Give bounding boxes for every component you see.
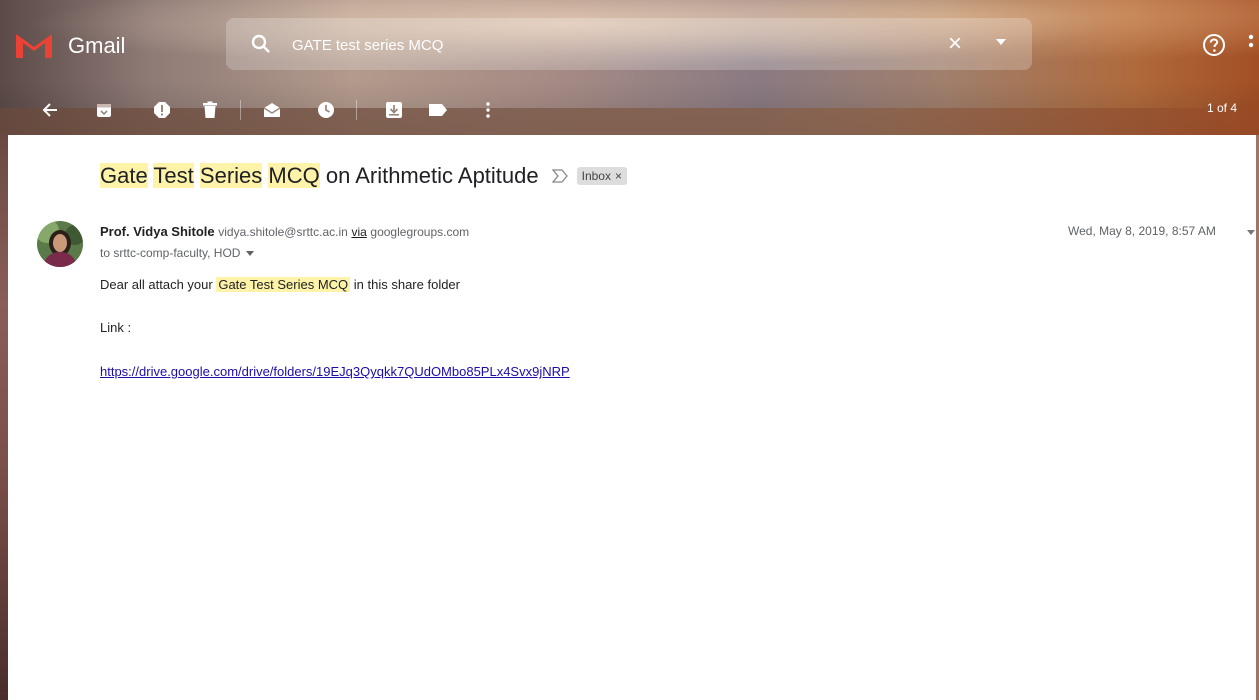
chevron-down-icon[interactable] [246,250,255,256]
subject-highlight: Series [199,163,263,188]
more-actions-icon[interactable] [476,98,500,122]
more-options-icon[interactable] [1248,34,1254,56]
archive-icon[interactable] [92,98,116,122]
clear-search-icon[interactable]: × [948,30,962,58]
via-domain: googlegroups.com [370,225,470,239]
gmail-wordmark[interactable]: Gmail [68,33,125,59]
email-subject-row: Gate Test Series MCQ on Arithmetic Aptit… [100,158,627,194]
toolbar-divider [240,100,241,120]
page-count: 1 of 4 [1206,101,1237,115]
sender-line: Prof. Vidya Shitole vidya.shitole@srttc.… [100,224,469,239]
report-spam-icon[interactable] [150,98,174,122]
subject-highlight: Test [153,163,194,188]
gmail-logo-icon[interactable] [14,30,54,60]
toolbar-divider [356,100,357,120]
body-link-label: Link : [100,320,132,335]
subject-text: on Arithmetic Aptitude [319,163,539,188]
email-date: Wed, May 8, 2019, 8:57 AM [1068,224,1216,238]
snooze-icon[interactable] [314,98,338,122]
mark-as-unread-icon[interactable] [260,98,284,122]
sender-name[interactable]: Prof. Vidya Shitole [100,224,215,239]
importance-marker-icon[interactable] [551,167,569,185]
back-arrow-icon[interactable] [38,98,62,122]
subject-highlight: MCQ [268,163,320,188]
body-line: Dear all attach your Gate Test Series MC… [100,277,460,292]
drive-folder-link[interactable]: https://drive.google.com/drive/folders/1… [100,364,570,379]
top-bar: Gmail × [0,0,1259,90]
move-to-icon[interactable] [382,98,406,122]
chevron-down-icon[interactable] [1247,230,1255,235]
search-options-dropdown-icon[interactable] [994,35,1008,49]
message-toolbar: 1 of 4 [0,92,1259,128]
recipients-text: to srttc-comp-faculty, HOD [100,246,241,260]
label-text: Inbox [581,169,611,183]
delete-icon[interactable] [198,98,222,122]
subject-highlight: Gate [100,163,148,188]
body-text: in this share folder [350,277,460,292]
label-icon[interactable] [426,98,450,122]
search-icon[interactable] [250,33,272,55]
inbox-label-chip[interactable]: Inbox × [576,167,627,185]
email-subject: Gate Test Series MCQ on Arithmetic Aptit… [100,163,539,189]
theme-left-edge [0,135,8,700]
subject-text [194,163,200,188]
sender-avatar[interactable] [37,221,83,267]
sender-email: vidya.shitole@srttc.ac.in [218,225,348,239]
remove-label-icon[interactable]: × [615,169,622,183]
via-link[interactable]: via [351,225,366,239]
search-bar[interactable]: × [226,18,1032,70]
help-icon[interactable] [1202,33,1226,57]
body-text: Dear all attach your [100,277,217,292]
body-highlight: Gate Test Series MCQ [216,277,351,292]
search-input[interactable] [290,32,894,58]
recipients[interactable]: to srttc-comp-faculty, HOD [100,246,255,260]
